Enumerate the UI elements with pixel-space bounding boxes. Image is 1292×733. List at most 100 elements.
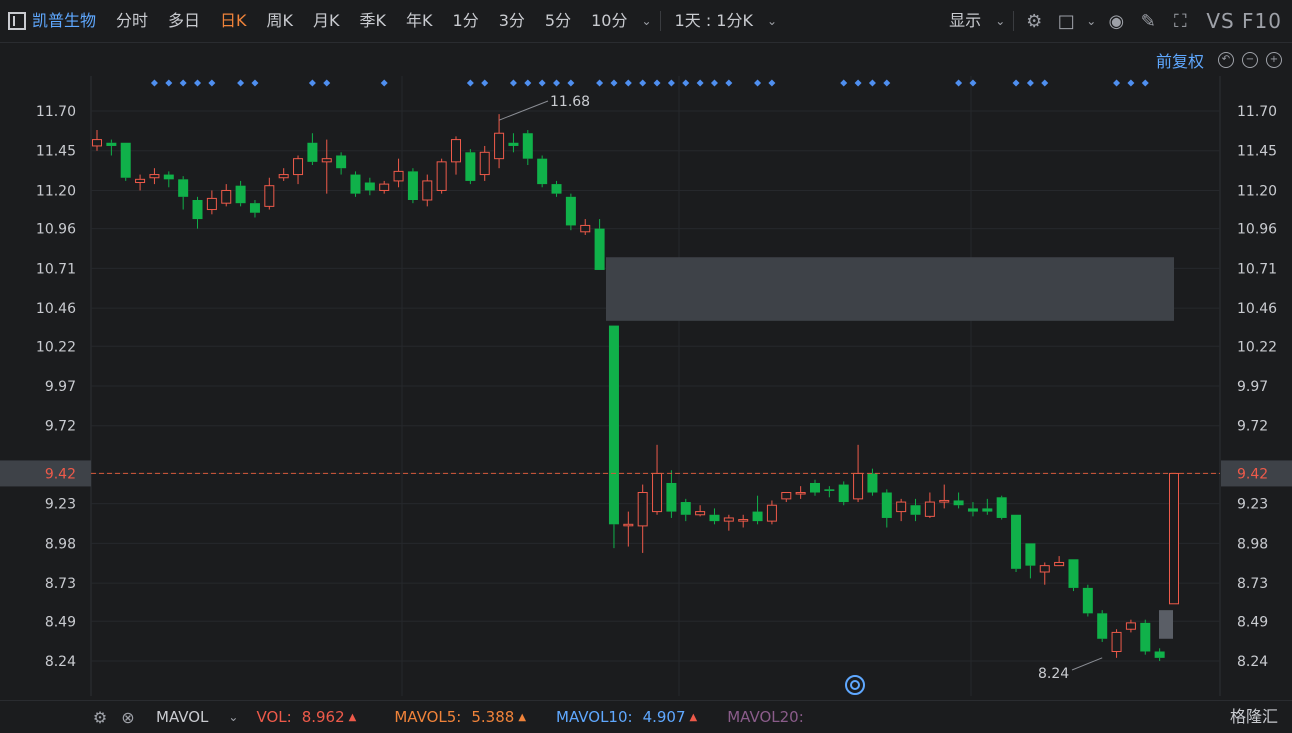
event-marker [1141,79,1149,87]
y-tick-label-right: 11.45 [1237,144,1277,160]
sub-bar: 前复权 ↶ − + [1156,44,1292,76]
tab-duori[interactable]: 多日 [158,0,210,42]
candle-body [206,197,217,211]
tab-yearly-k[interactable]: 年K [396,0,443,42]
chevron-down-icon[interactable]: ⌄ [224,710,242,724]
tab-monthly-k[interactable]: 月K [303,0,350,42]
indicator-name[interactable]: MAVOL [156,708,208,726]
tab-1min[interactable]: 1分 [443,0,489,42]
candle-body [752,511,763,522]
current-price-label-right: 9.42 [1237,466,1268,482]
square-icon[interactable]: □ [1050,0,1082,42]
undo-icon[interactable]: ↶ [1218,52,1234,68]
candle-body [451,139,461,163]
up-triangle-icon: ▲ [348,711,357,723]
min-label-leader [1071,657,1103,671]
tab-3min[interactable]: 3分 [489,0,535,42]
candle-body [149,174,160,179]
candle-body [1082,587,1093,614]
mavol5-label: MAVOL5: [394,708,462,726]
current-price-label-left: 9.42 [45,466,76,482]
candle-body [264,185,275,207]
reset-view-icon [845,675,865,695]
right-tools: 显示 ⌄ ⚙ □ ⌄ ◉ ✎ ⛶ VS F10 [939,0,1292,42]
event-marker [194,79,202,87]
vs-f10-button[interactable]: VS F10 [1196,9,1292,33]
tab-5min[interactable]: 5分 [535,0,581,42]
y-tick-label-right: 8.73 [1237,576,1268,592]
y-tick-label-right: 10.46 [1237,301,1277,317]
event-marker [840,79,848,87]
y-tick-label-right: 8.24 [1237,654,1268,670]
candle-body [723,517,734,522]
candle-body [967,508,978,512]
chevron-down-icon[interactable]: ⌄ [991,14,1009,28]
plus-icon[interactable]: + [1266,52,1282,68]
chevron-down-icon[interactable]: ⌄ [637,14,655,28]
tab-quarterly-k[interactable]: 季K [350,0,397,42]
event-marker [553,79,561,87]
candle-body [293,158,304,176]
y-tick-label-left: 8.98 [45,536,76,552]
event-marker [868,79,876,87]
multi-period-selector[interactable]: 1天 : 1分K [665,0,763,42]
event-marker [682,79,690,87]
candle-body [135,178,146,184]
candle-body [666,482,677,512]
candle-body [494,132,505,160]
candle-body [422,180,433,201]
y-tick-label-right: 11.20 [1237,183,1277,199]
tab-weekly-k[interactable]: 周K [257,0,304,42]
event-marker [955,79,963,87]
close-icon[interactable]: ⊗ [114,708,142,727]
candle-body [178,179,189,197]
candle-body [881,492,892,518]
candle-body [853,472,864,500]
event-marker [524,79,532,87]
candle-body [1011,514,1022,569]
divider [1013,11,1015,31]
y-tick-label-left: 10.71 [36,261,76,277]
event-marker [1113,79,1121,87]
event-marker [725,79,733,87]
vol-value: 8.962 [301,708,345,726]
minus-icon[interactable]: − [1242,52,1258,68]
stock-name[interactable]: 凯普生物 [26,0,106,42]
vol-label: VOL: [256,708,292,726]
pencil-icon[interactable]: ✎ [1132,0,1164,42]
chevron-down-icon[interactable]: ⌄ [1082,14,1100,28]
display-menu[interactable]: 显示 [939,0,991,42]
gear-icon[interactable]: ⚙ [86,708,114,727]
y-tick-label-right: 9.97 [1237,379,1268,395]
candle-body [307,142,318,162]
adjust-mode-button[interactable]: 前复权 [1156,48,1214,72]
candle-body [1154,651,1165,658]
candle-body [824,489,835,491]
brand-logo: 格隆汇 [1229,707,1278,726]
chevron-down-icon[interactable]: ⌄ [763,14,781,28]
tab-fenshi[interactable]: 分时 [106,0,158,42]
tab-daily-k[interactable]: 日K [210,0,257,42]
candle-body [92,139,102,147]
fullscreen-icon[interactable]: ⛶ [1164,0,1196,42]
event-marker [179,79,187,87]
event-marker [696,79,704,87]
y-tick-label-right: 8.49 [1237,614,1268,630]
candle-body [336,155,347,169]
event-marker [165,79,173,87]
y-tick-label-right: 9.23 [1237,497,1268,513]
candle-body [235,185,246,204]
candle-body [508,142,519,146]
candle-body [1140,622,1151,652]
stock-list-icon[interactable] [8,12,26,30]
candlestick-chart[interactable]: 11.70 11.70 11.45 11.45 11.20 11.20 10.96 10.96… [0,76,1292,700]
camera-icon[interactable]: ◉ [1100,0,1132,42]
gear-icon[interactable]: ⚙ [1018,0,1050,42]
tab-10min[interactable]: 10分 [581,0,637,42]
event-marker [208,79,216,87]
candle-body [867,473,878,493]
y-tick-label-left: 10.46 [36,301,76,317]
event-marker [538,79,546,87]
candle-body [1111,631,1122,652]
y-tick-label-right: 10.71 [1237,261,1277,277]
